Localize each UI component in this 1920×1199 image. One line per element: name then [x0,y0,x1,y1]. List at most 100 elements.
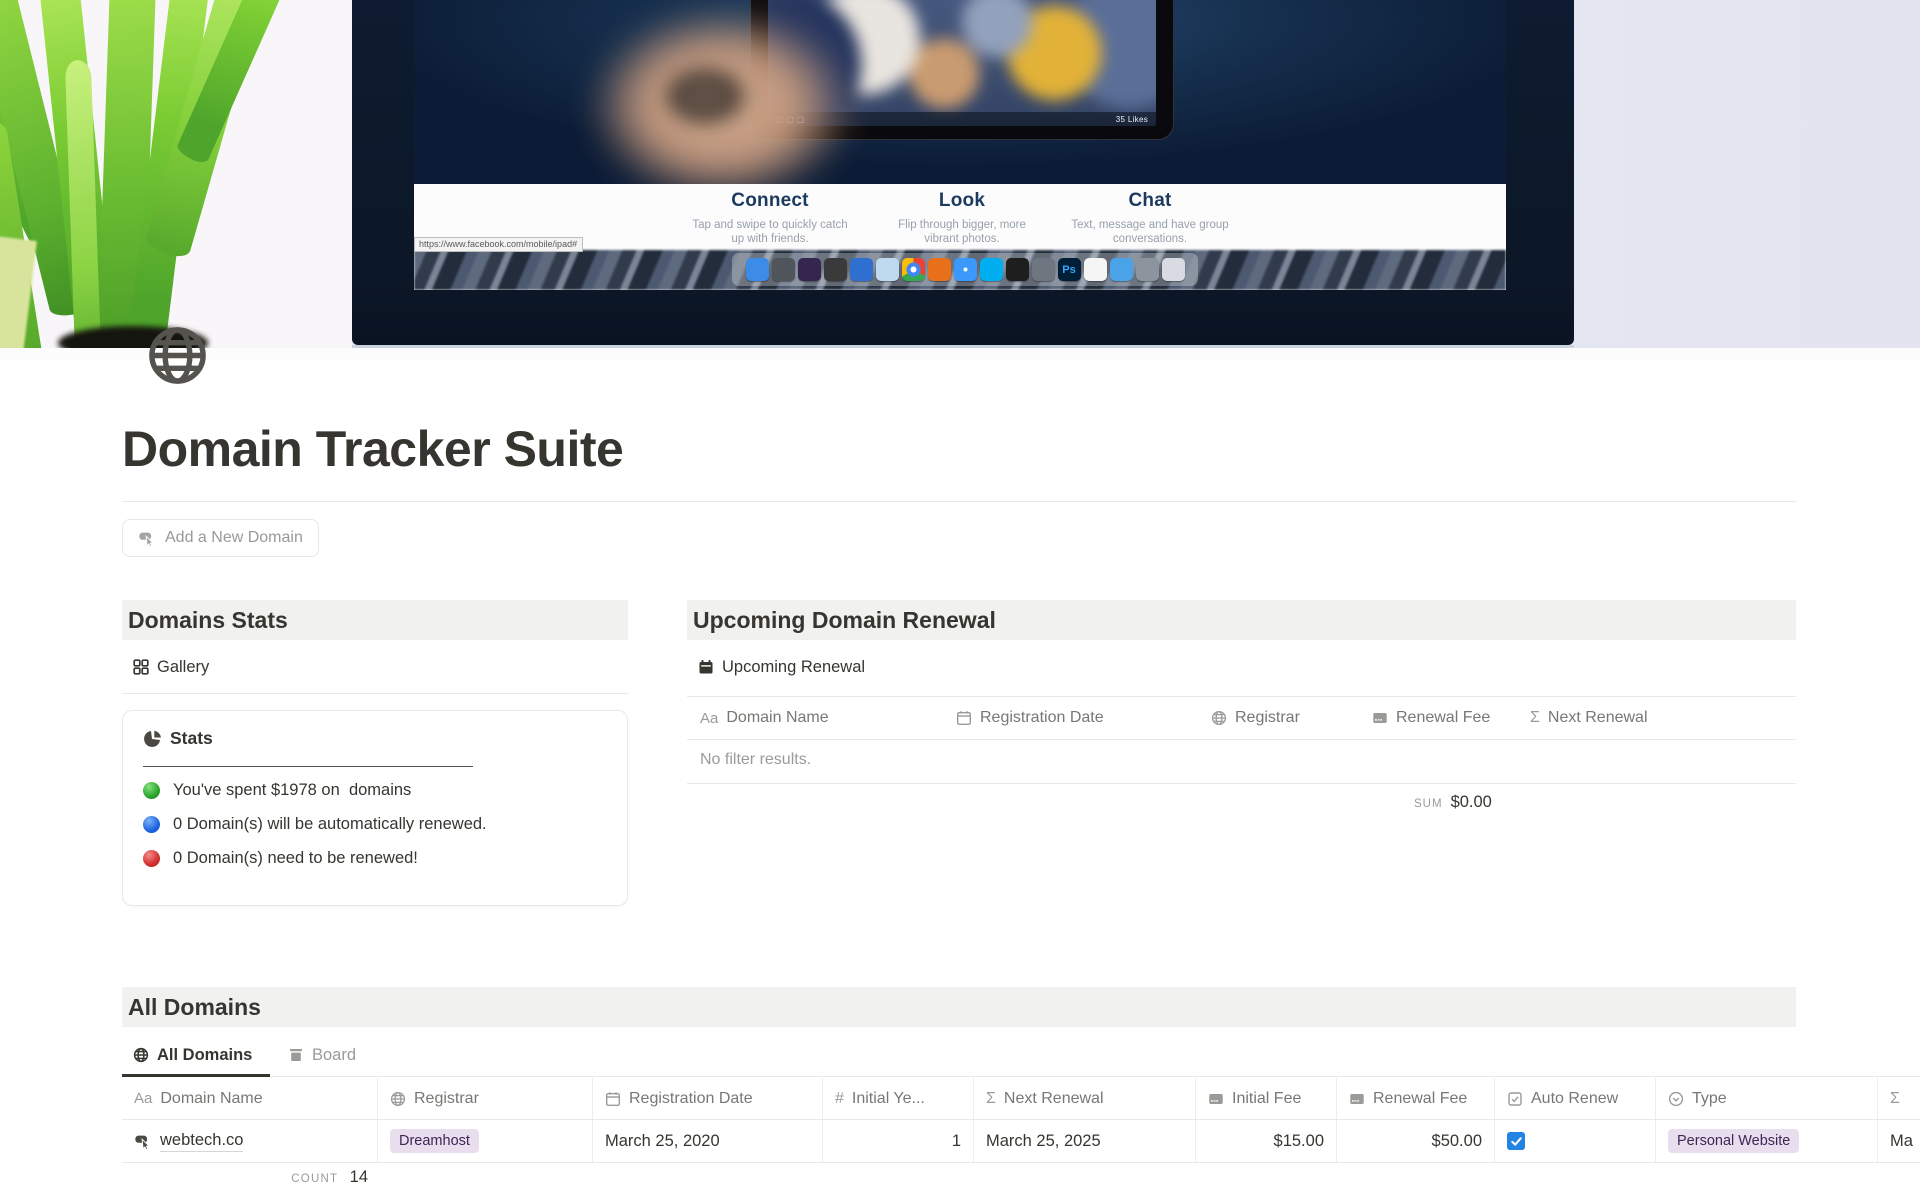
domain-name-link[interactable]: webtech.co [160,1131,243,1152]
cell-registration-date[interactable]: March 25, 2020 [593,1120,823,1162]
stat-item-need-renew: 0 Domain(s) need to be renewed! [143,848,607,869]
globe-icon [1211,710,1227,726]
domain-table-row: webtech.co Dreamhost March 25, 2020 1 Ma… [122,1120,1920,1163]
sigma-icon: Σ [1890,1090,1900,1108]
cover-blurred-camera [660,64,750,128]
launchpad-icon [772,258,795,281]
all-domains-header-row: Aa Domain Name Registrar Registration Da… [122,1078,1920,1120]
tab-board-label: Board [312,1046,356,1065]
tab-all-domains[interactable]: All Domains [133,1038,252,1072]
col-auto-renew[interactable]: Auto Renew [1495,1078,1656,1119]
col-domain-name[interactable]: Aa Domain Name [122,1078,378,1119]
trash-icon [1162,258,1185,281]
stats-card-title: Stats [170,728,213,749]
feature-title: Connect [660,190,880,212]
cover-url-tooltip: https://www.facebook.com/mobile/ipad# [414,237,583,252]
cell-type[interactable]: Personal Website [1656,1120,1878,1162]
calendar-icon [956,710,972,726]
add-new-domain-button[interactable]: Add a New Domain [122,519,319,557]
folder-icon [1110,258,1133,281]
feature-title: Look [852,190,1072,212]
cover-monitor-screen: ▢ ▢ ▢ 35 Likes Connect Tap and swipe to … [414,0,1506,290]
col-type[interactable]: Type [1656,1078,1878,1119]
upcoming-row-border [687,783,1796,784]
tab-all-domains-label: All Domains [157,1046,252,1065]
upcoming-col-registrar[interactable]: Registrar [1211,697,1300,739]
globe-icon [390,1091,406,1107]
credit-card-icon [1208,1091,1224,1107]
col-registrar[interactable]: Registrar [378,1078,593,1119]
page-globe-icon[interactable] [146,324,209,387]
number-property-icon: # [835,1090,844,1108]
cell-registrar[interactable]: Dreamhost [378,1120,593,1162]
cover-monitor: ▢ ▢ ▢ 35 Likes Connect Tap and swipe to … [352,0,1574,345]
upcoming-col-next-renewal[interactable]: Σ Next Renewal [1530,697,1648,739]
sum-label: SUM [1414,798,1443,810]
cover-image: ▢ ▢ ▢ 35 Likes Connect Tap and swipe to … [0,0,1920,360]
cell-initial-years[interactable]: 1 [823,1120,974,1162]
stat-item-spent: You've spent $1978 on domains [143,780,607,801]
gallery-divider [122,693,628,694]
tab-board[interactable]: Board [288,1038,356,1072]
active-tab-underline [122,1074,270,1077]
cell-next-renewal[interactable]: March 25, 2025 [974,1120,1196,1162]
cover-feature-chat: Chat Text, message and have groupconvers… [1040,190,1260,246]
firefox-icon [928,258,951,281]
cover-feature-connect: Connect Tap and swipe to quickly catchup… [660,190,880,246]
col-registration-date[interactable]: Registration Date [593,1078,823,1119]
checkbox-property-icon [1507,1091,1523,1107]
cell-domain-name[interactable]: webtech.co [122,1120,378,1162]
cover-hero-area: ▢ ▢ ▢ 35 Likes [414,0,1506,184]
upcoming-col-renewal-fee[interactable]: Renewal Fee [1372,697,1490,739]
sublime-icon [824,258,847,281]
tab-upcoming-renewal-label: Upcoming Renewal [722,658,865,677]
dark-app-icon [798,258,821,281]
pie-chart-icon [143,730,161,748]
green-circle-icon [143,782,160,799]
pinwheel-icon [850,258,873,281]
photo-likes-label: 35 Likes [1116,115,1148,124]
board-icon [288,1047,304,1063]
cover-dock: Ps [732,253,1198,286]
feature-description: Flip through bigger, morevibrant photos. [852,218,1072,246]
upcoming-empty-state: No filter results. [700,751,811,769]
col-initial-years[interactable]: # Initial Ye... [823,1078,974,1119]
auto-renew-checkbox[interactable] [1507,1132,1525,1150]
notion-page: ▢ ▢ ▢ 35 Likes Connect Tap and swipe to … [0,0,1920,1199]
cursor-click-icon [134,1132,152,1150]
red-circle-icon [143,850,160,867]
text-property-icon: Aa [700,710,718,727]
col-renewal-fee[interactable]: Renewal Fee [1337,1078,1495,1119]
cell-renewal-fee[interactable]: $50.00 [1337,1120,1495,1162]
all-domains-heading: All Domains [122,987,1796,1027]
blue-circle-icon [143,816,160,833]
col-formula-partial[interactable]: Σ [1878,1078,1920,1119]
finder-icon [746,258,769,281]
col-initial-fee[interactable]: Initial Fee [1196,1078,1337,1119]
cover-plant-area [0,0,352,348]
upcoming-renewal-heading: Upcoming Domain Renewal [687,600,1796,640]
photoshop-icon: Ps [1058,258,1081,281]
chrome-icon [902,258,925,281]
calendar-icon [605,1091,621,1107]
tab-gallery[interactable]: Gallery [133,650,209,684]
tab-upcoming-renewal[interactable]: Upcoming Renewal [698,650,865,684]
upcoming-sum[interactable]: SUM $0.00 [1414,793,1492,812]
upcoming-col-registration-date[interactable]: Registration Date [956,697,1104,739]
col-next-renewal[interactable]: Σ Next Renewal [974,1078,1196,1119]
feature-title: Chat [1040,190,1260,212]
cell-initial-fee[interactable]: $15.00 [1196,1120,1337,1162]
title-divider [122,501,1796,502]
photo-icon [1136,258,1159,281]
credit-card-icon [1372,710,1388,726]
tab-gallery-label: Gallery [157,658,209,677]
credit-card-icon [1349,1091,1365,1107]
table-count-calc[interactable]: COUNT 14 [122,1168,368,1187]
sigma-icon: Σ [1530,709,1540,727]
cover-bottom-strip [0,348,1920,360]
stats-card[interactable]: Stats You've spent $1978 on domains 0 Do… [122,710,628,906]
feature-description: Tap and swipe to quickly catchup with fr… [660,218,880,246]
sigma-icon: Σ [986,1090,996,1108]
upcoming-col-domain-name[interactable]: Aa Domain Name [700,697,829,739]
cell-formula-partial[interactable]: Ma [1878,1120,1920,1162]
